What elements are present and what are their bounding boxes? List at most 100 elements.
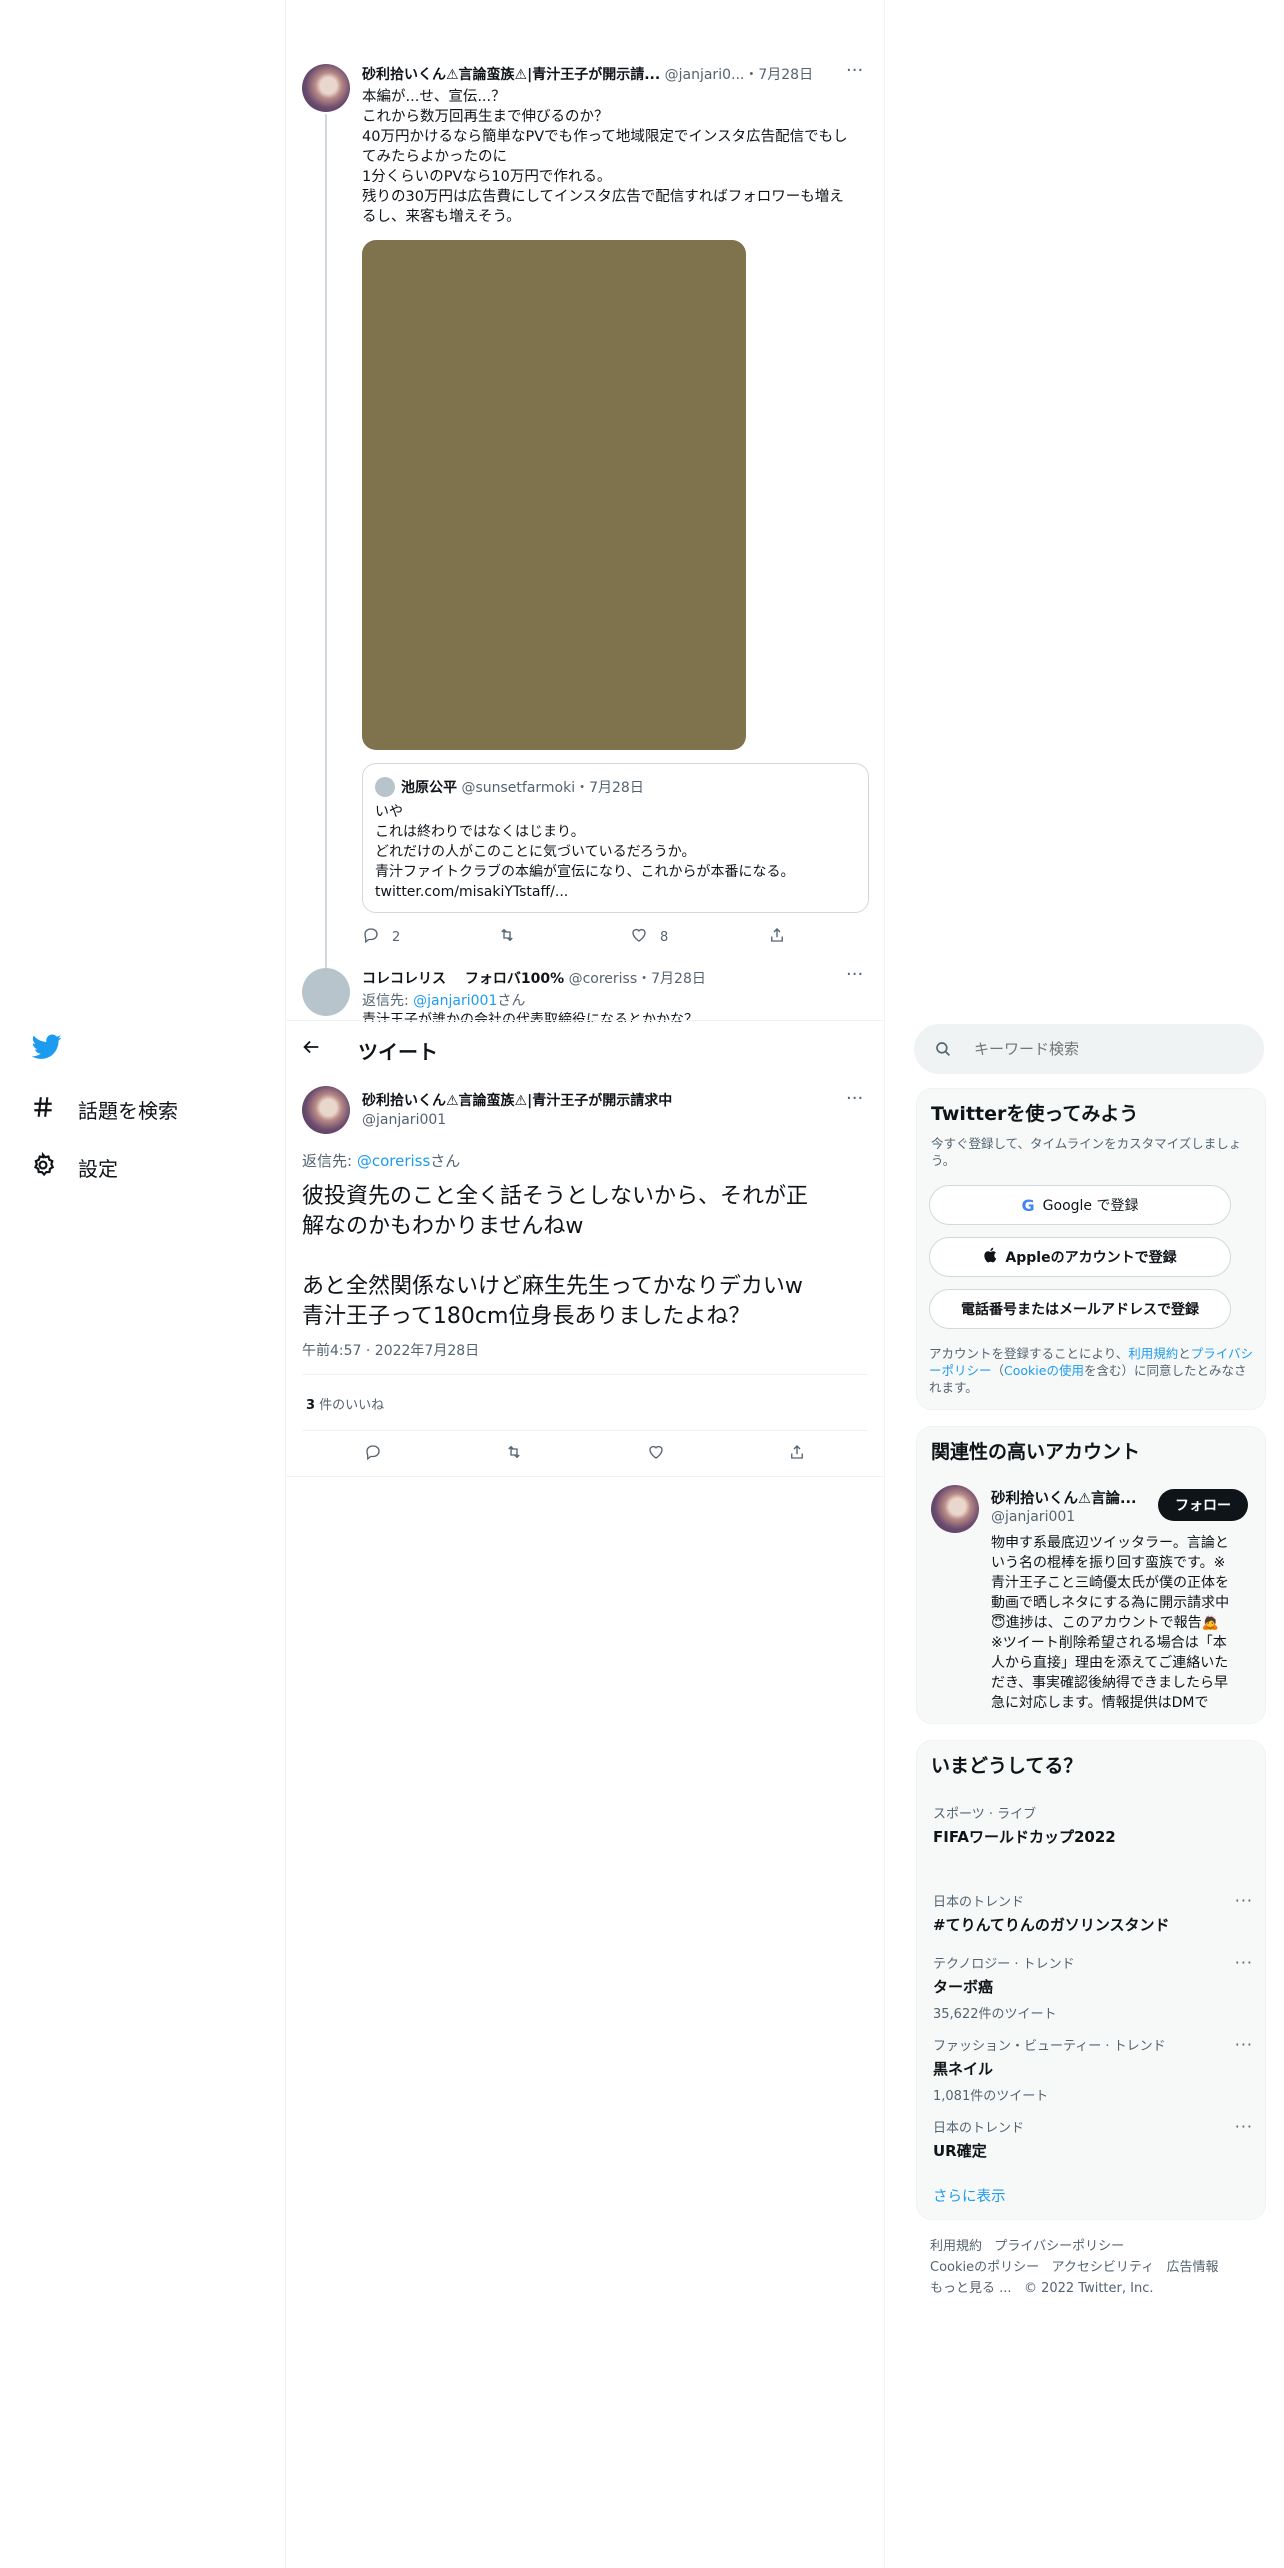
tweet-date[interactable]: ・7月28日 [744,67,813,83]
likes-summary[interactable]: 3 件のいいね [306,1394,384,1413]
more-icon[interactable]: ··· [1235,1953,1253,1972]
author-handle[interactable]: @janjari0... [665,67,745,83]
phone-email-signup-button[interactable]: 電話番号またはメールアドレスで登録 [929,1289,1231,1329]
reply-button[interactable]: 2 [362,926,400,948]
legal-text: （ [991,1363,1005,1378]
trend-item[interactable]: ファッション・ビューティー · トレンド 黒ネイル 1,081件のツイート ··… [933,2035,1253,2104]
more-icon[interactable]: ··· [846,964,863,985]
trend-item[interactable]: 日本のトレンド UR確定 ··· [933,2117,1253,2161]
thread-connector [325,114,327,978]
more-icon[interactable]: ··· [1235,1891,1253,1910]
nav-explore-label: 話題を検索 [78,1099,178,1123]
reply-context: 返信先: @janjari001さん [362,990,525,1010]
author-name[interactable]: 砂利拾いくん⚠言論蛮族⚠|青汁王子が開示請... [362,67,660,83]
more-icon[interactable]: ··· [846,1088,863,1109]
more-icon[interactable]: ··· [1235,2035,1253,2054]
footer-link[interactable]: アクセシビリティ [1052,2260,1155,2275]
signup-subtitle: 今すぐ登録して、タイムラインをカスタマイズしましょう。 [931,1136,1242,1168]
trend-name: FIFAワールドカップ2022 [933,1828,1116,1846]
related-account-bio: 物申す系最底辺ツイッタラー。言論と いう名の棍棒を振り回す蛮族です。※ 青汁王子… [991,1533,1257,1713]
page-title: ツイート [358,1040,438,1064]
more-icon[interactable]: ··· [846,60,863,81]
avatar[interactable] [931,1485,979,1533]
quote-line: 青汁ファイトクラブの本編が宣伝になり、これからが本番になる。 [375,864,795,880]
twitter-bird-icon[interactable] [31,1034,62,1064]
terms-link[interactable]: 利用規約 [1128,1346,1178,1361]
signup-title: Twitterを使ってみよう [931,1103,1139,1125]
tweet-media[interactable] [362,240,746,750]
footer-link[interactable]: プライバシーポリシー [994,2239,1124,2254]
google-signup-button[interactable]: G Google で登録 [929,1185,1231,1225]
avatar [375,777,395,797]
trend-name: ターボ癌 [933,1978,994,1996]
quote-line: twitter.com/misakiYTstaff/... [375,884,569,900]
signup-legal-text: アカウントを登録することにより、利用規約とプライバシーポリシー（Cookieの使… [929,1345,1255,1396]
reply-icon [364,1443,382,1465]
tweet-timestamp[interactable]: 午前4:57 · 2022年7月28日 [302,1340,479,1360]
phone-email-signup-label: 電話番号またはメールアドレスで登録 [961,1302,1199,1318]
like-count: 8 [660,929,669,945]
related-account-handle[interactable]: @janjari001 [991,1509,1075,1525]
bio-line: ※ツイート削除希望される場合は「本 [991,1635,1227,1651]
author-handle[interactable]: @coreriss [569,971,638,987]
trend-item[interactable]: スポーツ · ライブ FIFAワールドカップ2022 [933,1803,1253,1853]
apple-signup-button[interactable]: Appleのアカウントで登録 [929,1237,1231,1277]
heart-icon [647,1443,665,1465]
author-name[interactable]: コレコレリス フォロバ100% [362,971,564,987]
tweet-line: 残りの30万円は広告費にしてインスタ広告で配信すればフォロワーも増え [362,189,844,205]
legal-text: と [1178,1346,1191,1361]
footer-link[interactable]: 利用規約 [930,2239,982,2254]
nav-settings[interactable]: 設定 [30,1151,118,1183]
footer-link[interactable]: Cookieのポリシー [930,2260,1039,2275]
trend-category: 日本のトレンド [933,2121,1025,2136]
show-more-link[interactable]: さらに表示 [933,2185,1006,2206]
avatar[interactable] [302,1086,350,1134]
quote-line: いや [375,804,403,820]
trends-title: いまどうしてる？ [931,1755,1083,1777]
avatar[interactable] [302,64,350,112]
trends-card: いまどうしてる？ スポーツ · ライブ FIFAワールドカップ2022 日本のト… [916,1740,1266,2220]
header-divider [286,1020,883,1021]
quote-date: ・7月28日 [575,780,644,796]
hashtag-icon [30,1094,56,1125]
like-button[interactable]: 8 [630,926,668,948]
trend-category: スポーツ · ライブ [933,1807,1037,1822]
cookie-link[interactable]: Cookieの使用 [1004,1363,1084,1378]
like-button[interactable] [647,1443,665,1465]
quoted-tweet[interactable]: 池原公平 @sunsetfarmoki・7月28日 いや これは終わりではなくは… [362,763,869,913]
quote-text: いや これは終わりではなくはじまり。 どれだけの人がこのことに気づいているだろう… [375,802,794,902]
trend-name: UR確定 [933,2142,987,2160]
bio-line: 青汁王子こと三崎優太氏が僕の正体を [991,1575,1229,1591]
footer-link[interactable]: 広告情報 [1167,2260,1219,2275]
tweet-actions: 2 8 [362,926,792,948]
reply-context: 返信先: @corerissさん [302,1150,460,1171]
tweet-line: 本編が...せ、宣伝...？ [362,89,506,105]
reply-button[interactable] [364,1443,382,1465]
footer-more-button[interactable]: もっと見る ... [930,2281,1012,2296]
trend-item[interactable]: テクノロジー · トレンド ターボ癌 35,622件のツイート ··· [933,1953,1253,2022]
author-name[interactable]: 砂利拾いくん⚠言論蛮族⚠|青汁王子が開示請求中 [362,1090,672,1110]
search-box[interactable] [914,1024,1264,1074]
share-button[interactable] [788,1443,806,1465]
author-handle[interactable]: @janjari001 [362,1112,672,1128]
search-input[interactable] [972,1039,1226,1059]
tweet-line: 彼投資先のこと全く話そうとしないから、それが正 [302,1184,809,1209]
retweet-button[interactable] [498,926,516,948]
footer: 利用規約 プライバシーポリシー Cookieのポリシー アクセシビリティ 広告情… [930,2236,1260,2299]
retweet-button[interactable] [505,1443,523,1465]
trend-item[interactable]: 日本のトレンド #てりんてりんのガソリンスタンド ··· [933,1891,1253,1941]
tweet-date[interactable]: ・7月28日 [637,971,706,987]
search-icon [934,1040,952,1058]
avatar[interactable] [302,968,350,1016]
back-arrow-icon[interactable] [300,1036,324,1060]
more-icon[interactable]: ··· [1235,2117,1253,2136]
reply-to-link[interactable]: @coreriss [357,1152,430,1170]
follow-button[interactable]: フォロー [1158,1489,1248,1521]
apple-icon [983,1247,997,1267]
related-account-name[interactable]: 砂利拾いくん⚠言論... [991,1487,1137,1508]
reply-count: 2 [392,929,401,945]
nav-explore[interactable]: 話題を検索 [30,1094,178,1125]
reply-to-link[interactable]: @janjari001 [413,993,497,1009]
share-button[interactable] [768,926,786,948]
retweet-icon [498,926,516,948]
